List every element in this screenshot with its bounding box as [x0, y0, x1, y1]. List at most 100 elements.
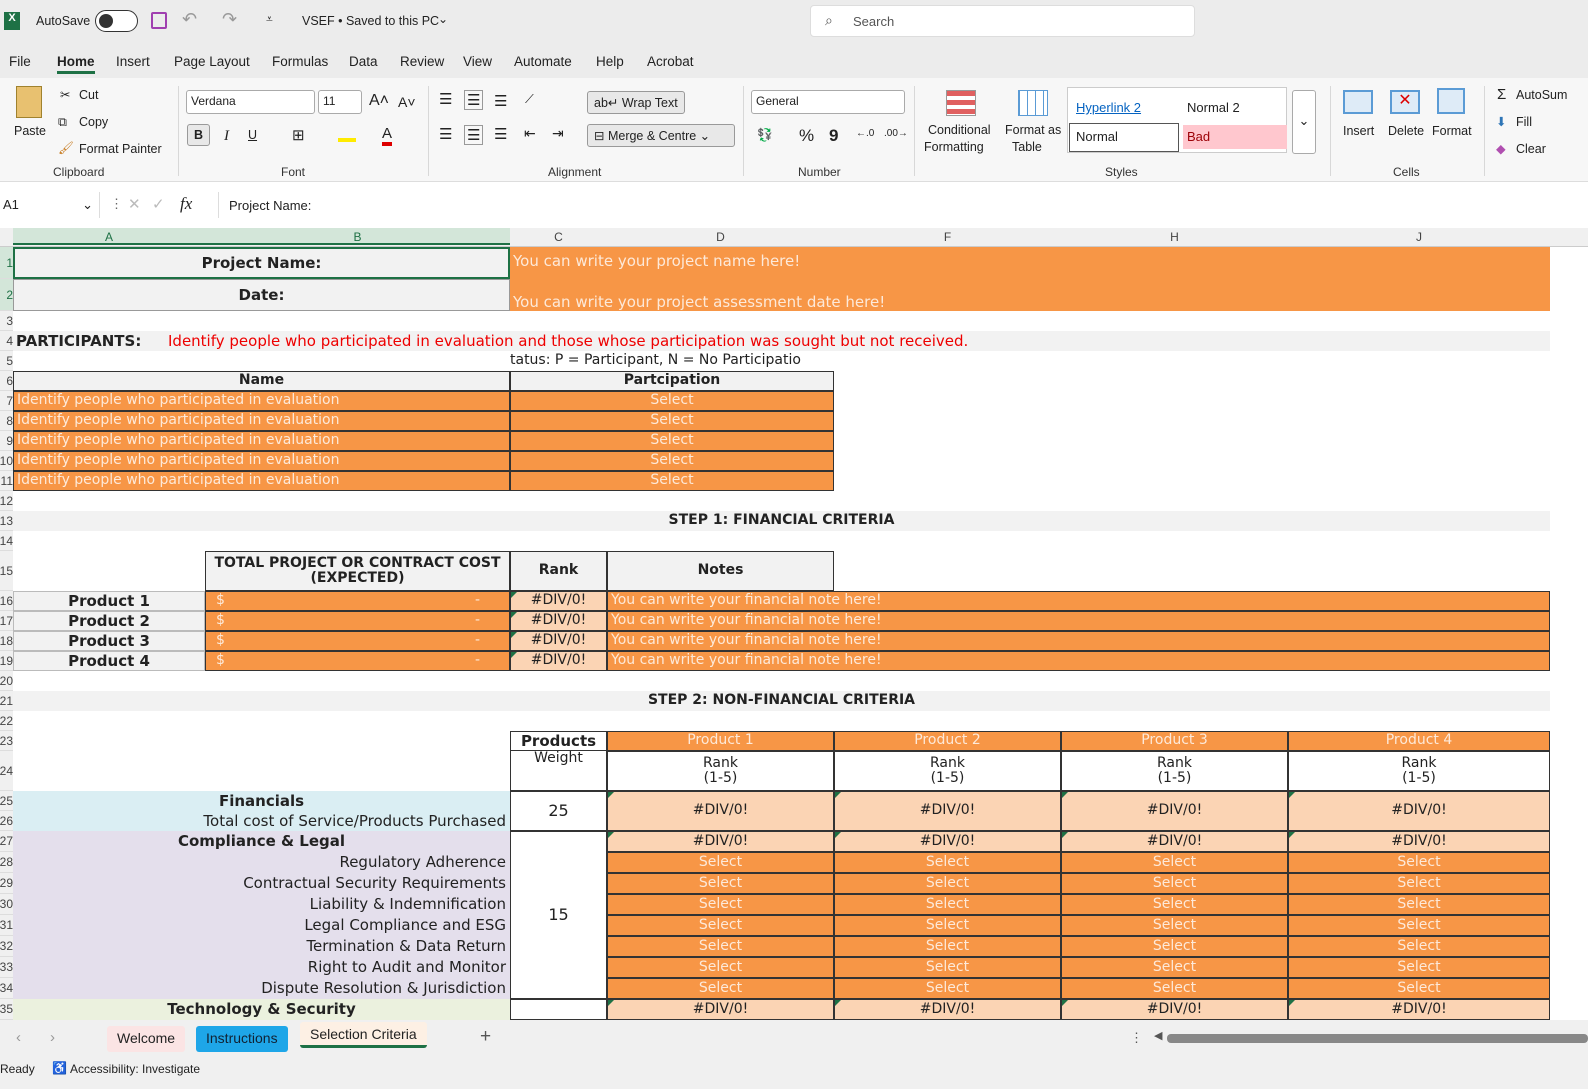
financials-score[interactable]: #DIV/0!: [607, 791, 834, 831]
add-sheet-icon[interactable]: +: [480, 1026, 491, 1048]
align-middle-icon[interactable]: ☰: [464, 90, 483, 110]
align-left-icon[interactable]: ☰: [439, 125, 452, 143]
bold-button[interactable]: B: [187, 124, 210, 146]
criterion-rank-select[interactable]: Select: [1288, 915, 1550, 936]
financial-note-input[interactable]: You can write your financial note here!: [607, 651, 1550, 671]
technology-score[interactable]: #DIV/0!: [1288, 999, 1550, 1020]
style-normal[interactable]: Normal: [1069, 123, 1179, 152]
row-header[interactable]: 30: [0, 894, 13, 915]
autosum-button[interactable]: AutoSum: [1516, 88, 1567, 102]
financial-rank[interactable]: #DIV/0!: [510, 611, 607, 631]
compliance-score[interactable]: #DIV/0!: [607, 831, 834, 852]
sheet-tab-selection-criteria[interactable]: Selection Criteria: [300, 1022, 427, 1048]
row-header[interactable]: 10: [0, 451, 13, 471]
technology-score[interactable]: #DIV/0!: [1061, 999, 1288, 1020]
redo-icon[interactable]: ↷: [222, 9, 237, 30]
project-name-label[interactable]: Project Name:: [13, 247, 510, 279]
customize-qat-icon[interactable]: ⩡: [266, 12, 273, 27]
row-header[interactable]: 25: [0, 791, 13, 811]
participant-name-input[interactable]: Identify people who participated in eval…: [13, 451, 510, 471]
row-header[interactable]: 6: [0, 371, 13, 391]
criterion-rank-select[interactable]: Select: [607, 873, 834, 894]
wrap-text-button[interactable]: ab↵ Wrap Text: [587, 91, 685, 114]
sheet-tab-instructions[interactable]: Instructions: [196, 1026, 288, 1052]
clear-button[interactable]: Clear: [1516, 142, 1546, 156]
criterion-rank-select[interactable]: Select: [607, 957, 834, 978]
scroll-left-icon[interactable]: ◀: [1154, 1029, 1162, 1042]
row-header[interactable]: 5: [0, 351, 13, 371]
financial-rank[interactable]: #DIV/0!: [510, 631, 607, 651]
criterion-rank-select[interactable]: Select: [1061, 978, 1288, 999]
tab-home[interactable]: Home: [57, 54, 95, 74]
financial-rank[interactable]: #DIV/0!: [510, 591, 607, 611]
search-input[interactable]: Search: [853, 14, 894, 29]
participant-name-input[interactable]: Identify people who participated in eval…: [13, 431, 510, 451]
row-header[interactable]: 4: [0, 331, 13, 351]
criterion-rank-select[interactable]: Select: [1061, 915, 1288, 936]
name-box[interactable]: A1⌄: [0, 192, 100, 218]
compliance-score[interactable]: #DIV/0!: [1061, 831, 1288, 852]
project-date-value[interactable]: You can write your project assessment da…: [510, 279, 1550, 311]
decrease-indent-icon[interactable]: ⇤: [524, 125, 536, 142]
financials-weight[interactable]: 25: [510, 791, 607, 831]
align-right-icon[interactable]: ☰: [494, 125, 507, 143]
style-normal-2[interactable]: Normal 2: [1187, 100, 1240, 115]
delete-cells-button[interactable]: Delete: [1388, 124, 1424, 138]
row-header[interactable]: 1: [0, 247, 13, 279]
font-name-select[interactable]: Verdana: [186, 90, 315, 114]
row-header[interactable]: 35: [0, 999, 13, 1020]
column-header-d[interactable]: D: [607, 230, 834, 244]
cut-button[interactable]: Cut: [79, 88, 98, 102]
tab-automate[interactable]: Automate: [514, 54, 572, 69]
format-as-table-button[interactable]: Format as: [1005, 123, 1061, 137]
compliance-score[interactable]: #DIV/0!: [1288, 831, 1550, 852]
criterion-rank-select[interactable]: Select: [607, 978, 834, 999]
row-header[interactable]: 11: [0, 471, 13, 491]
row-header[interactable]: 32: [0, 936, 13, 957]
row-header[interactable]: 33: [0, 957, 13, 978]
font-size-select[interactable]: 11: [318, 90, 362, 114]
comma-button[interactable]: 9: [829, 126, 838, 146]
row-header[interactable]: 34: [0, 978, 13, 999]
participant-name-input[interactable]: Identify people who participated in eval…: [13, 411, 510, 431]
column-header-a[interactable]: A: [13, 228, 205, 245]
row-header[interactable]: 27: [0, 831, 13, 852]
criterion-rank-select[interactable]: Select: [1288, 873, 1550, 894]
percent-button[interactable]: %: [799, 126, 814, 146]
row-header[interactable]: 28: [0, 852, 13, 873]
conditional-formatting-button[interactable]: Conditional: [928, 123, 991, 137]
tab-formulas[interactable]: Formulas: [272, 54, 328, 69]
cancel-icon[interactable]: ✕: [128, 195, 141, 213]
financial-note-input[interactable]: You can write your financial note here!: [607, 631, 1550, 651]
financials-score[interactable]: #DIV/0!: [834, 791, 1061, 831]
criterion-rank-select[interactable]: Select: [607, 894, 834, 915]
increase-decimal-icon[interactable]: ←.0: [856, 128, 874, 139]
participant-name-input[interactable]: Identify people who participated in eval…: [13, 471, 510, 491]
prev-sheet-icon[interactable]: ‹: [16, 1029, 21, 1046]
worksheet-grid[interactable]: 1234567891011121314151617181920212223242…: [0, 247, 1588, 1020]
orientation-icon[interactable]: ⟋: [525, 92, 534, 107]
column-header-c[interactable]: C: [510, 230, 607, 244]
criterion-rank-select[interactable]: Select: [834, 915, 1061, 936]
participation-select[interactable]: Select: [510, 391, 834, 411]
row-header[interactable]: 2: [0, 279, 13, 311]
decrease-font-icon[interactable]: A˅: [398, 94, 416, 110]
financial-note-input[interactable]: You can write your financial note here!: [607, 611, 1550, 631]
style-bad[interactable]: Bad: [1183, 125, 1287, 149]
compliance-weight[interactable]: 15: [510, 831, 607, 999]
row-header[interactable]: 12: [0, 491, 13, 511]
criterion-rank-select[interactable]: Select: [1288, 957, 1550, 978]
tab-insert[interactable]: Insert: [116, 54, 150, 69]
paste-button[interactable]: Paste: [14, 124, 46, 138]
criterion-rank-select[interactable]: Select: [607, 915, 834, 936]
criterion-rank-select[interactable]: Select: [607, 936, 834, 957]
font-color-icon[interactable]: A: [382, 125, 392, 146]
row-header[interactable]: 22: [0, 711, 13, 731]
participation-select[interactable]: Select: [510, 411, 834, 431]
italic-button[interactable]: I: [224, 128, 229, 145]
financials-score[interactable]: #DIV/0!: [1061, 791, 1288, 831]
row-header[interactable]: 3: [0, 311, 13, 331]
criterion-rank-select[interactable]: Select: [1061, 936, 1288, 957]
insert-cells-button[interactable]: Insert: [1343, 124, 1374, 138]
align-bottom-icon[interactable]: ☰: [494, 92, 507, 110]
